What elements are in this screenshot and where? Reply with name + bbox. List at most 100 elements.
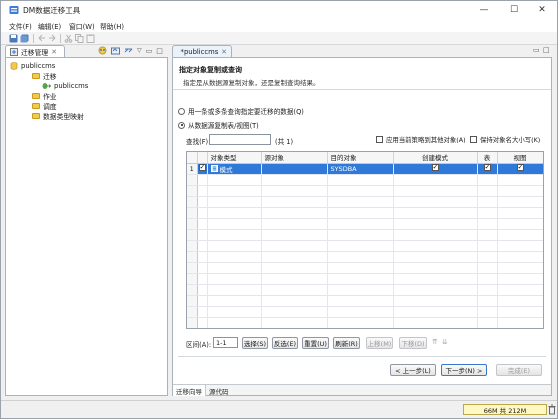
tree-item-schedule[interactable]: 调度 xyxy=(32,101,57,111)
apply-rule-option[interactable]: 应用当前策略到其他对象(A) xyxy=(376,135,466,144)
paste-icon[interactable] xyxy=(86,34,95,43)
tab-source-code[interactable]: 源代码 xyxy=(206,385,232,396)
range-label: 区间(A): xyxy=(186,341,212,349)
table-row-empty xyxy=(187,262,543,274)
tree-item-root[interactable]: publiccms xyxy=(10,61,55,71)
row-select-checkbox[interactable] xyxy=(198,163,206,172)
tree-item-migrate[interactable]: 迁移 xyxy=(32,71,57,81)
finish-button[interactable]: 完成(E) xyxy=(496,364,542,376)
table-row-empty xyxy=(187,306,543,318)
tab-migration-manager[interactable]: 迁移管理 ✕ xyxy=(5,45,65,57)
tree-item-job[interactable]: 作业 xyxy=(32,91,57,101)
invert-button[interactable]: 反选(E) xyxy=(272,337,298,349)
search-input[interactable] xyxy=(209,134,271,145)
menu-file[interactable]: 文件(F) xyxy=(9,21,32,31)
copy-radio[interactable] xyxy=(178,121,185,129)
cell-table[interactable] xyxy=(477,163,498,175)
link-editor-icon[interactable] xyxy=(124,46,133,55)
copy-icon[interactable] xyxy=(75,34,84,43)
wizard-separator xyxy=(178,356,546,357)
select-button[interactable]: 选择(S) xyxy=(242,337,268,349)
folder-icon xyxy=(32,93,40,99)
move-bottom-icon[interactable]: ⇊ xyxy=(442,338,448,346)
row-number: 1 xyxy=(187,163,198,175)
close-icon[interactable]: ✕ xyxy=(221,48,227,56)
wizard-header: 指定对象复制或查询 指定是从数据源复制对象，还是复制查询结果。 xyxy=(173,58,551,90)
keep-case-option[interactable]: 保持对象名大小写(K) xyxy=(470,135,540,144)
table-row-empty xyxy=(187,185,543,197)
cell-target[interactable]: SYSDBA xyxy=(327,163,394,175)
maximize-editor-icon[interactable]: □ xyxy=(543,46,550,54)
undo-icon[interactable] xyxy=(37,34,46,43)
option-query-label: 用一条或多条查询指定要迁移的数据(Q) xyxy=(188,108,304,116)
table-row-empty xyxy=(187,218,543,230)
migration-task-icon xyxy=(42,83,51,89)
column-header-create[interactable]: 创建模式 xyxy=(393,152,478,164)
menu-window[interactable]: 窗口(W) xyxy=(69,21,95,31)
title-bar: DM数据迁移工具 — ☐ ✕ xyxy=(1,1,557,19)
menu-bar: 文件(F) 编辑(E) 窗口(W) 帮助(H) xyxy=(1,19,557,32)
collapse-all-icon[interactable] xyxy=(111,46,120,55)
heap-status[interactable]: 66M 共 212M xyxy=(463,404,547,415)
back-button[interactable]: < 上一步(L) xyxy=(390,364,436,376)
option-copy-label: 从数据源复制表/视图(T) xyxy=(188,122,259,130)
reset-button[interactable]: 重置(U) xyxy=(302,337,329,349)
option-copy[interactable]: 从数据源复制表/视图(T) xyxy=(178,120,259,130)
next-button[interactable]: 下一步(N) > xyxy=(441,364,487,376)
apply-rule-checkbox[interactable] xyxy=(376,136,383,143)
table-header-row: 对象类型 源对象 目的对象 创建模式 表 视图 xyxy=(187,152,543,164)
save-icon[interactable] xyxy=(9,34,18,43)
section-subtitle: 指定是从数据源复制对象，还是复制查询结果。 xyxy=(183,79,320,87)
cut-icon[interactable] xyxy=(64,34,73,43)
tree-item-type-map[interactable]: 数据类型映射 xyxy=(32,111,84,121)
editor-bottom-tabs: 迁移向导 源代码 xyxy=(173,384,551,396)
tree-item-job-label: 作业 xyxy=(43,93,57,101)
new-project-icon[interactable] xyxy=(98,46,107,55)
tab-wizard[interactable]: 迁移向导 xyxy=(173,385,206,396)
query-radio[interactable] xyxy=(178,107,185,115)
view-checkbox[interactable] xyxy=(516,163,524,172)
column-header-target[interactable]: 目的对象 xyxy=(327,152,394,164)
move-top-icon[interactable]: ⇈ xyxy=(432,338,438,346)
redo-icon[interactable] xyxy=(48,34,57,43)
save-all-icon[interactable] xyxy=(20,34,29,43)
table-row-empty xyxy=(187,273,543,285)
tree-item-root-label: publiccms xyxy=(21,62,56,70)
range-input[interactable]: 1-1 xyxy=(213,337,238,348)
toolbar-separator xyxy=(60,34,61,43)
cell-create[interactable] xyxy=(393,163,478,175)
refresh-button[interactable]: 刷新(R) xyxy=(333,337,360,349)
cell-view[interactable] xyxy=(497,163,543,175)
maximize-button[interactable]: ☐ xyxy=(501,2,527,18)
minimize-view-icon[interactable]: ▭ xyxy=(146,47,153,55)
minimize-button[interactable]: — xyxy=(471,2,497,18)
column-header-table[interactable]: 表 xyxy=(477,152,498,164)
menu-help[interactable]: 帮助(H) xyxy=(100,21,124,31)
table-row[interactable]: 1 模式 SYSDBA xyxy=(187,163,543,175)
option-query[interactable]: 用一条或多条查询指定要迁移的数据(Q) xyxy=(178,106,304,116)
view-menu-icon[interactable]: ▽ xyxy=(137,47,142,54)
column-header-type[interactable]: 对象类型 xyxy=(207,152,262,164)
tab-editor-publiccms[interactable]: *publiccms ✕ xyxy=(172,45,232,57)
create-checkbox[interactable] xyxy=(431,163,439,172)
move-down-button[interactable]: 下移(D) xyxy=(399,337,427,349)
close-button[interactable]: ✕ xyxy=(529,2,555,18)
table-row-empty xyxy=(187,229,543,241)
maximize-view-icon[interactable]: □ xyxy=(156,47,163,55)
move-up-button[interactable]: 上移(M) xyxy=(366,337,393,349)
tree-item-migration-publiccms[interactable]: publiccms xyxy=(42,81,88,91)
tree-item-migrate-label: 迁移 xyxy=(43,73,57,81)
table-checkbox[interactable] xyxy=(483,163,491,172)
column-header-source[interactable]: 源对象 xyxy=(261,152,328,164)
keep-case-checkbox[interactable] xyxy=(470,136,477,143)
select-header xyxy=(197,152,208,164)
table-row-empty xyxy=(187,196,543,208)
trash-icon[interactable] xyxy=(548,404,556,415)
column-header-view[interactable]: 视图 xyxy=(497,152,543,164)
close-icon[interactable]: ✕ xyxy=(51,48,57,56)
menu-edit[interactable]: 编辑(E) xyxy=(38,21,61,31)
minimize-editor-icon[interactable]: ▭ xyxy=(533,46,540,54)
app-icon xyxy=(9,6,19,14)
row-select-cell[interactable] xyxy=(197,163,208,175)
cell-source[interactable] xyxy=(261,163,328,175)
